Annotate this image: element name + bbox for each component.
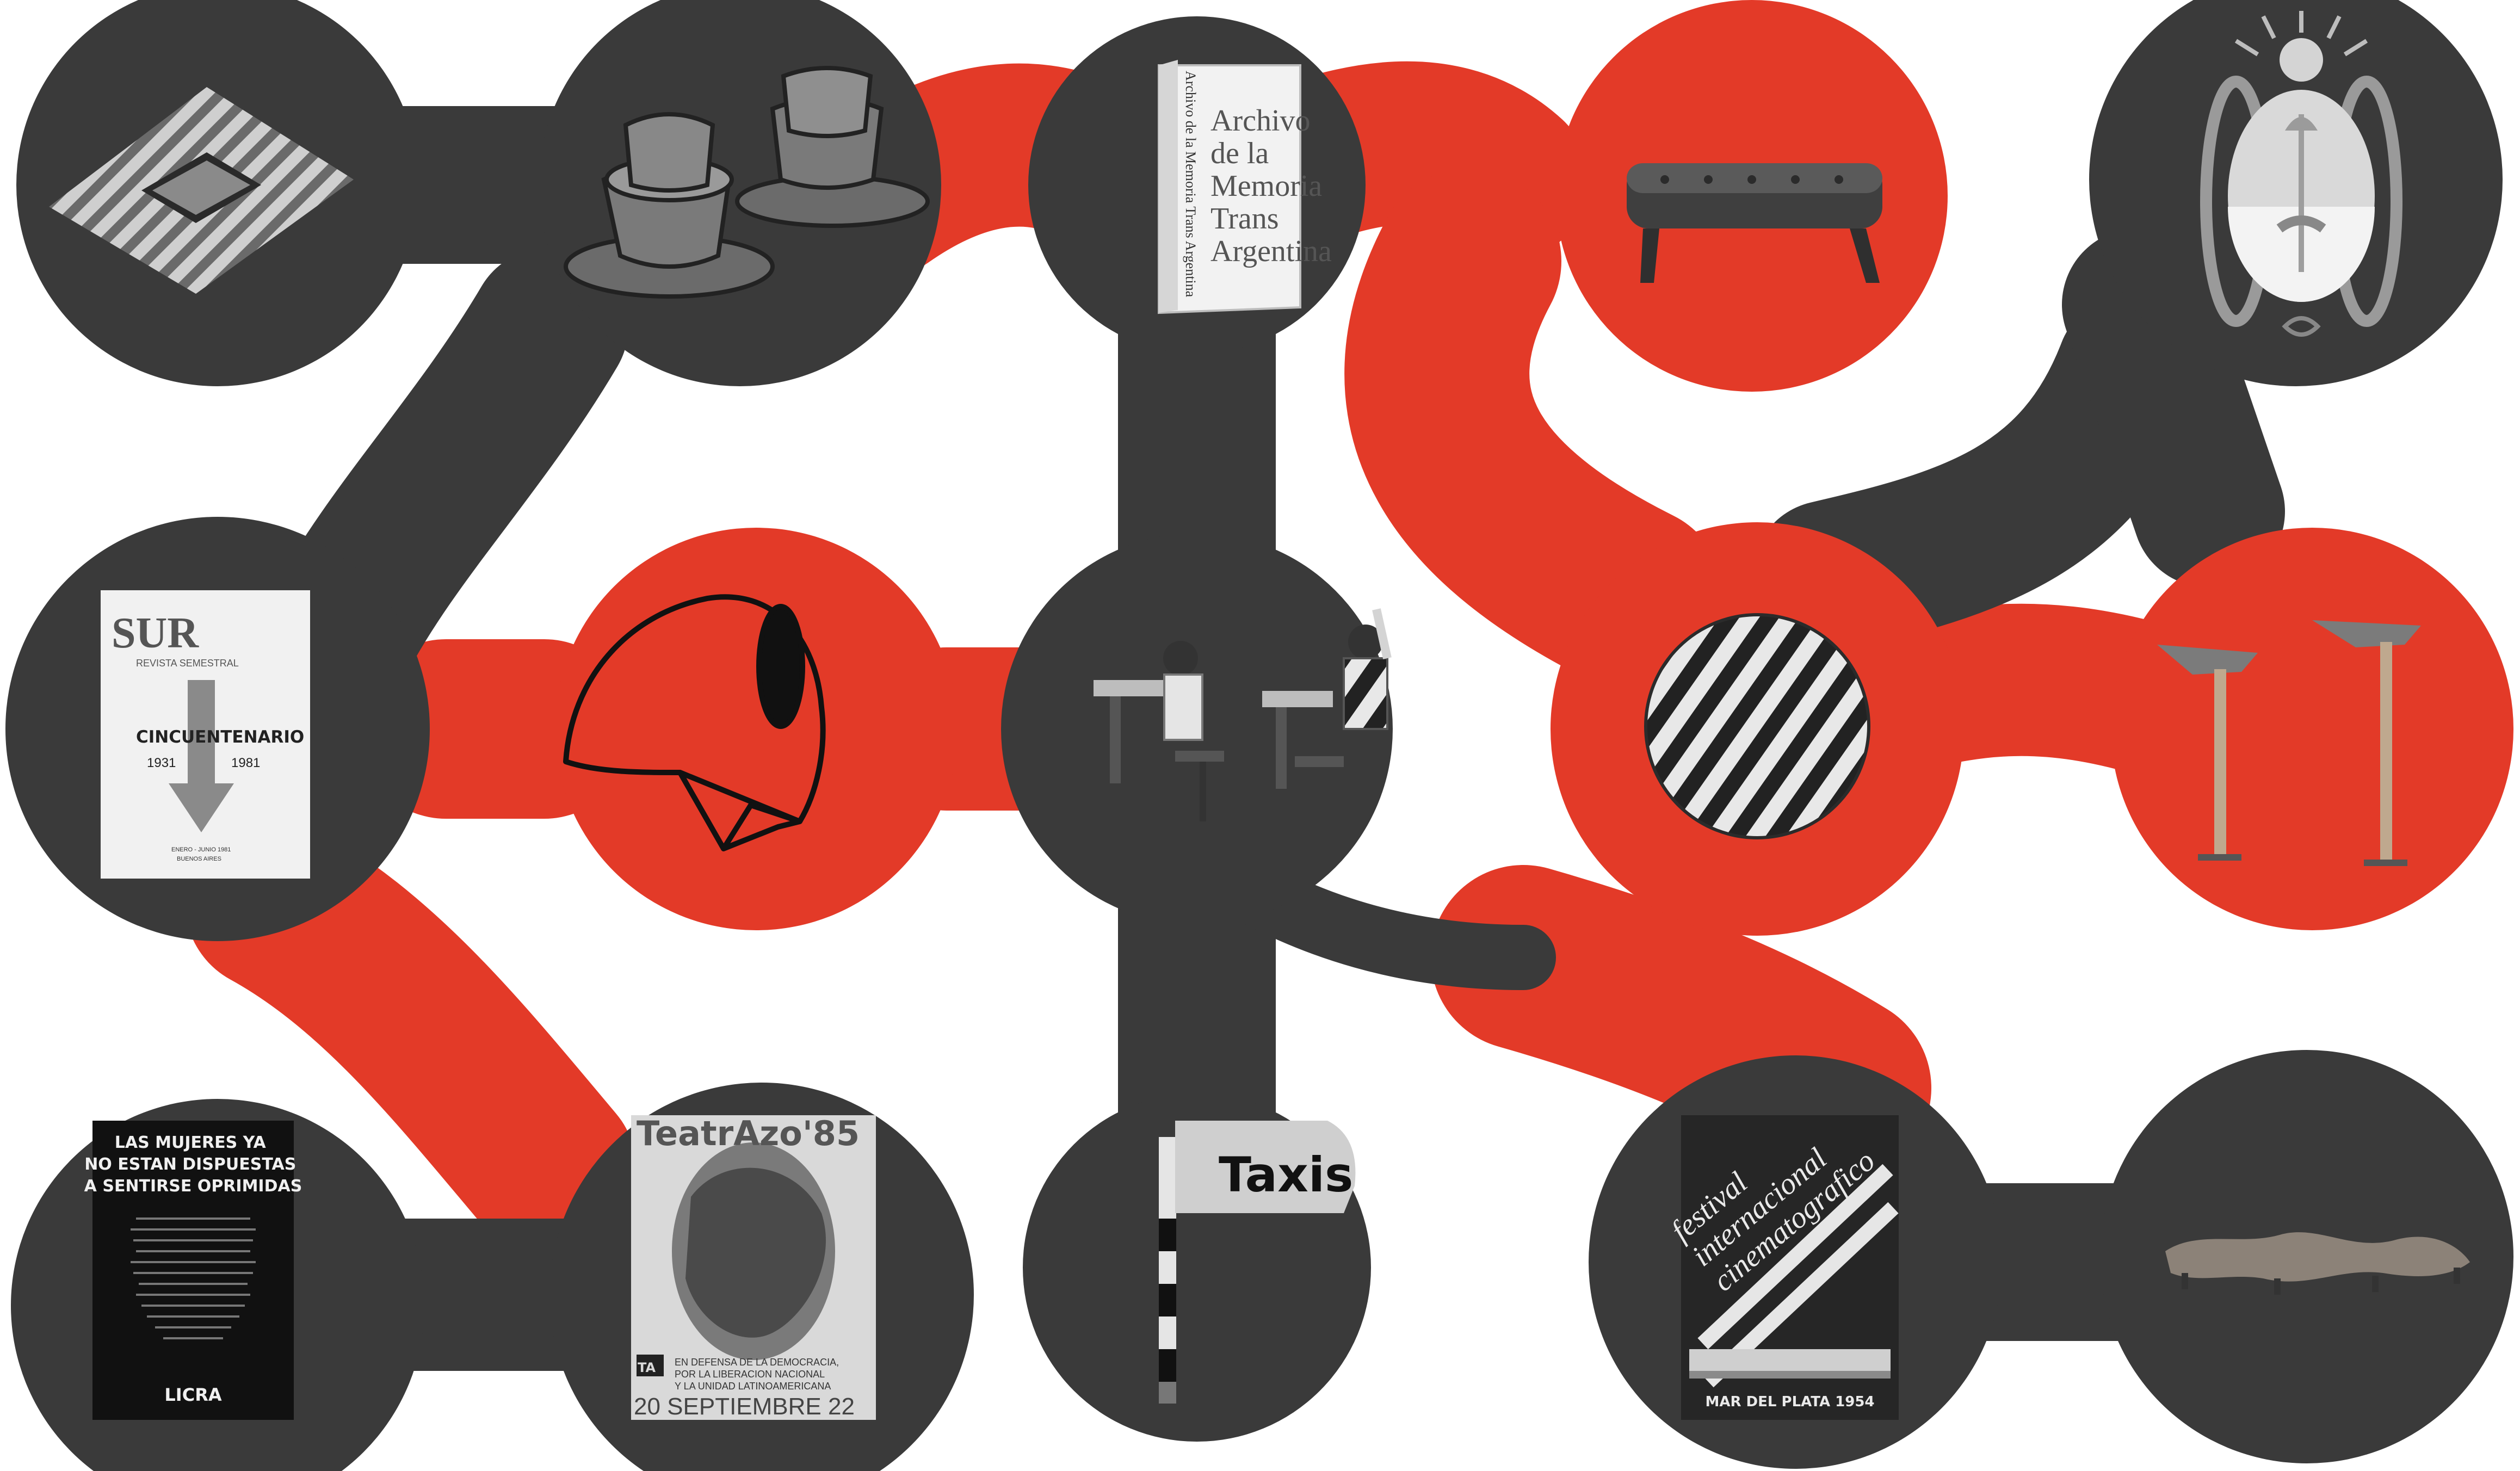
festival-footer: MAR DEL PLATA 1954: [1705, 1394, 1874, 1410]
sur-subtitle: REVISTA SEMESTRAL: [136, 658, 239, 669]
teatrazo-date: 20 SEPTIEMBRE 22: [634, 1393, 855, 1420]
collage-canvas: Archivo de la Memoria Trans Argentina Ar…: [5, 0, 2513, 1471]
sur-headline: CINCUENTENARIO: [136, 727, 304, 747]
licra-line: LAS MUJERES YA: [115, 1133, 267, 1152]
teatrazo-logo: TA: [638, 1360, 656, 1375]
book-cover-title: Archivo de la Memoria Trans Argentina: [1210, 104, 1332, 268]
licra-line: A SENTIRSE OPRIMIDAS: [84, 1177, 302, 1196]
sur-footer-1: ENERO - JUNIO 1981: [171, 846, 231, 853]
teatrazo-tagline-1: EN DEFENSA DE LA DEMOCRACIA,: [675, 1357, 839, 1368]
taxi-sign-label: Taxis: [1219, 1147, 1353, 1203]
book-line: Argentina: [1210, 234, 1332, 268]
book-line: Trans: [1210, 202, 1279, 236]
sur-title: SUR: [112, 609, 199, 657]
licra-line: NO ESTAN DISPUESTAS: [84, 1155, 296, 1174]
teatrazo-title: TeatrAzo'85: [637, 1114, 860, 1153]
licra-brand: LICRA: [164, 1385, 221, 1405]
sur-year-start: 1931: [147, 756, 176, 770]
teatrazo-tagline-3: Y LA UNIDAD LATINOAMERICANA: [675, 1381, 831, 1392]
book-line: Archivo: [1210, 104, 1311, 138]
sur-footer-2: BUENOS AIRES: [177, 856, 221, 862]
teatrazo-tagline-2: POR LA LIBERACION NACIONAL: [675, 1369, 825, 1380]
book-spine-text: Archivo de la Memoria Trans Argentina: [1183, 71, 1199, 298]
sur-year-end: 1981: [231, 756, 260, 770]
book-line: Memoria: [1210, 169, 1322, 203]
licra-headline: LAS MUJERES YA NO ESTAN DISPUESTAS A SEN…: [84, 1133, 302, 1196]
book-line: de la: [1210, 137, 1269, 170]
